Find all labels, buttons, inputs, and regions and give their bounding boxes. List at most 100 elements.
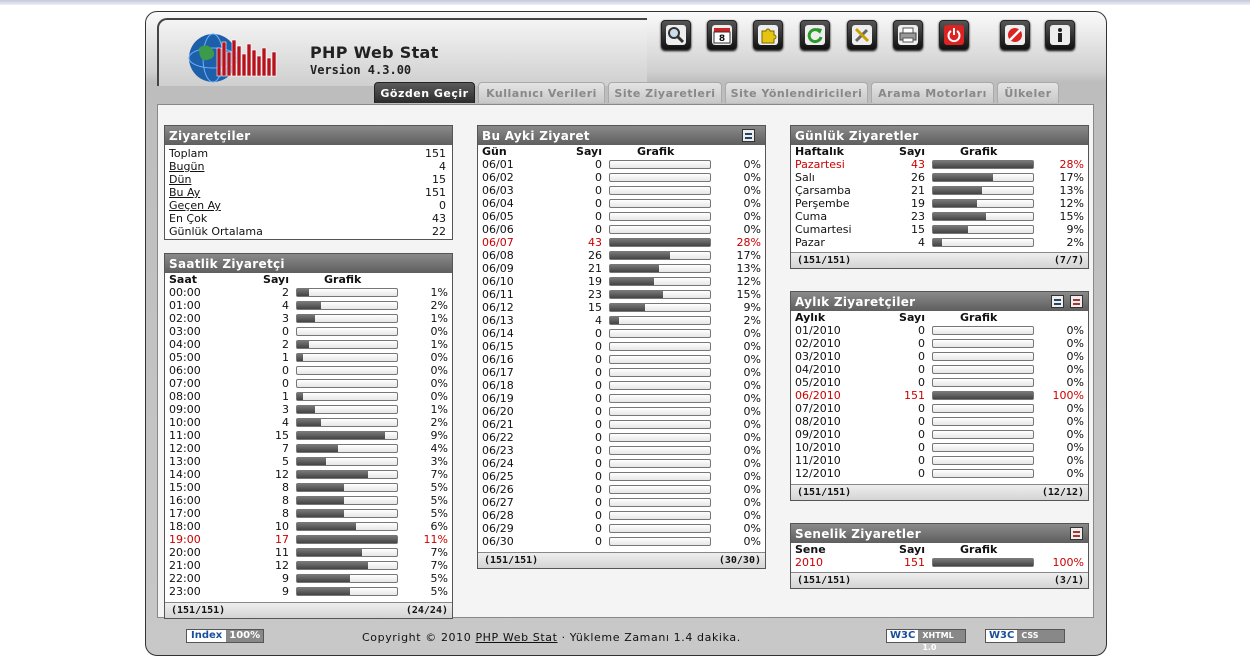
monthvisits-row-count: 4 <box>595 314 602 327</box>
block-button[interactable] <box>1000 20 1030 50</box>
daily-row: Salı 26 17% <box>791 171 1088 184</box>
hourly-row: 12:00 7 4% <box>165 442 452 455</box>
refresh-button[interactable] <box>800 20 830 50</box>
monthvisits-row-count: 0 <box>595 418 602 431</box>
hourly-table: Saat Sayı Grafik 00:00 2 1% 01:00 4 2% 02:00 3 1% 03… <box>165 273 452 598</box>
monthly-row-bar <box>932 430 1034 439</box>
chart-view-icon[interactable] <box>1070 527 1083 540</box>
daily-row: Çarsamba 21 13% <box>791 184 1088 197</box>
plugins-button[interactable] <box>753 20 783 50</box>
month-visits-footer-total: (151/151) <box>484 555 539 566</box>
yearly-header-row: Sene Sayı Grafik <box>791 543 1088 556</box>
hourly-row-label: 13:00 <box>169 455 201 468</box>
yearly-title-text: Senelik Ziyaretler <box>795 526 921 541</box>
monthvisits-row-bar <box>609 277 711 286</box>
hourly-row-bar <box>296 405 398 414</box>
hourly-row-percent: 0% <box>430 390 448 403</box>
monthvisits-row-percent: 0% <box>743 366 761 379</box>
monthvisits-row-label: 06/09 <box>482 262 514 275</box>
hourly-row: 18:00 10 6% <box>165 520 452 533</box>
app-frame: PHP Web Stat Version 4.3.00 8 Gözden Geç… <box>145 11 1107 656</box>
daily-footer-count: (7/7) <box>1053 255 1084 266</box>
xhtml-badge[interactable]: W3C XHTML 1.0 <box>886 629 966 652</box>
list-view-icon[interactable] <box>1051 295 1064 308</box>
visitors-row-label[interactable]: Bu Ay <box>169 186 200 199</box>
copyright-text: Copyright © 2010 <box>362 631 476 644</box>
yearly-row-label: 2010 <box>795 556 823 569</box>
search-button[interactable] <box>661 20 691 50</box>
hourly-row-bar <box>296 288 398 297</box>
monthvisits-row-bar-fill <box>610 239 710 246</box>
monthly-row-label: 03/2010 <box>795 350 841 363</box>
visitors-row-label[interactable]: Bugün <box>169 160 204 173</box>
hourly-row-bar-fill <box>297 549 362 556</box>
daily-header-col2: Sayı <box>899 145 925 158</box>
monthly-row-count: 0 <box>918 454 925 467</box>
monthvisits-row-count: 0 <box>595 522 602 535</box>
monthvisits-row-bar <box>609 251 711 260</box>
daily-row-count: 4 <box>918 236 925 249</box>
daily-row-percent: 28% <box>1059 158 1084 171</box>
hourly-row: 00:00 2 1% <box>165 286 452 299</box>
settings-button[interactable] <box>847 20 877 50</box>
hourly-row-count: 15 <box>275 429 289 442</box>
monthvisits-row-count: 0 <box>595 535 602 548</box>
css-badge[interactable]: W3C CSS <box>985 629 1065 643</box>
hourly-row-bar <box>296 418 398 427</box>
monthvisits-row-label: 06/24 <box>482 457 514 470</box>
tab-countries[interactable]: Ülkeler <box>997 82 1059 103</box>
tab-overview[interactable]: Gözden Geçir <box>374 82 475 103</box>
yearly-header-col3: Grafik <box>960 543 998 556</box>
daily-header-col3: Grafik <box>960 145 998 158</box>
tab-site-visits[interactable]: Site Ziyaretleri <box>608 82 722 103</box>
visitors-row-value: 0 <box>439 199 446 212</box>
phpwebstat-link[interactable]: PHP Web Stat <box>475 631 557 644</box>
index-badge[interactable]: Index 100% <box>186 629 265 643</box>
hourly-row-count: 17 <box>275 533 289 546</box>
monthvisits-row-label: 06/03 <box>482 184 514 197</box>
tab-referrers[interactable]: Site Yönlendiricileri <box>725 82 868 103</box>
hourly-row-label: 05:00 <box>169 351 201 364</box>
hourly-row-bar-fill <box>297 341 309 348</box>
monthly-row-label: 10/2010 <box>795 441 841 454</box>
monthvisits-row: 06/02 0 0% <box>478 171 765 184</box>
info-button[interactable] <box>1045 20 1075 50</box>
calendar-button[interactable]: 8 <box>707 20 737 50</box>
month-visits-footer: (151/151) (30/30) <box>478 552 765 568</box>
monthvisits-row-count: 0 <box>595 197 602 210</box>
globe-logo-icon <box>188 33 277 83</box>
monthvisits-row-percent: 12% <box>736 275 761 288</box>
list-view-icon[interactable] <box>742 129 755 142</box>
logout-button[interactable] <box>939 20 969 50</box>
yearly-footer: (151/151) (3/1) <box>791 572 1088 588</box>
yearly-header-col1: Sene <box>795 543 826 556</box>
hourly-row-bar-fill <box>297 315 315 322</box>
monthvisits-row-percent: 13% <box>736 262 761 275</box>
visitors-row-label[interactable]: Dün <box>169 173 191 186</box>
visitors-row-label[interactable]: Geçen Ay <box>169 199 221 212</box>
monthvisits-row-percent: 0% <box>743 457 761 470</box>
tab-user-data[interactable]: Kullanıcı Verileri <box>478 82 605 103</box>
monthly-row-count: 151 <box>904 389 925 402</box>
chart-view-icon[interactable] <box>1070 295 1083 308</box>
browser-top-edge <box>0 0 1250 5</box>
hourly-row-label: 23:00 <box>169 585 201 598</box>
hourly-row: 20:00 11 7% <box>165 546 452 559</box>
hourly-row-bar <box>296 379 398 388</box>
monthvisits-row-label: 06/30 <box>482 535 514 548</box>
yearly-row: 2010 151 100% <box>791 556 1088 569</box>
hourly-row-label: 14:00 <box>169 468 201 481</box>
hourly-row-label: 02:00 <box>169 312 201 325</box>
monthvisits-row-bar <box>609 342 711 351</box>
monthvisits-row-percent: 0% <box>743 431 761 444</box>
hourly-row-label: 09:00 <box>169 403 201 416</box>
hourly-header-col1: Saat <box>169 273 198 286</box>
tab-search-engines[interactable]: Arama Motorları <box>871 82 994 103</box>
yearly-footer-count: (3/1) <box>1053 575 1084 586</box>
print-button[interactable] <box>893 20 923 50</box>
monthvisits-row-count: 0 <box>595 431 602 444</box>
visitors-row-value: 151 <box>425 147 446 160</box>
hourly-row-label: 00:00 <box>169 286 201 299</box>
hourly-row-bar <box>296 431 398 440</box>
css-badge-label: CSS <box>1017 630 1064 642</box>
